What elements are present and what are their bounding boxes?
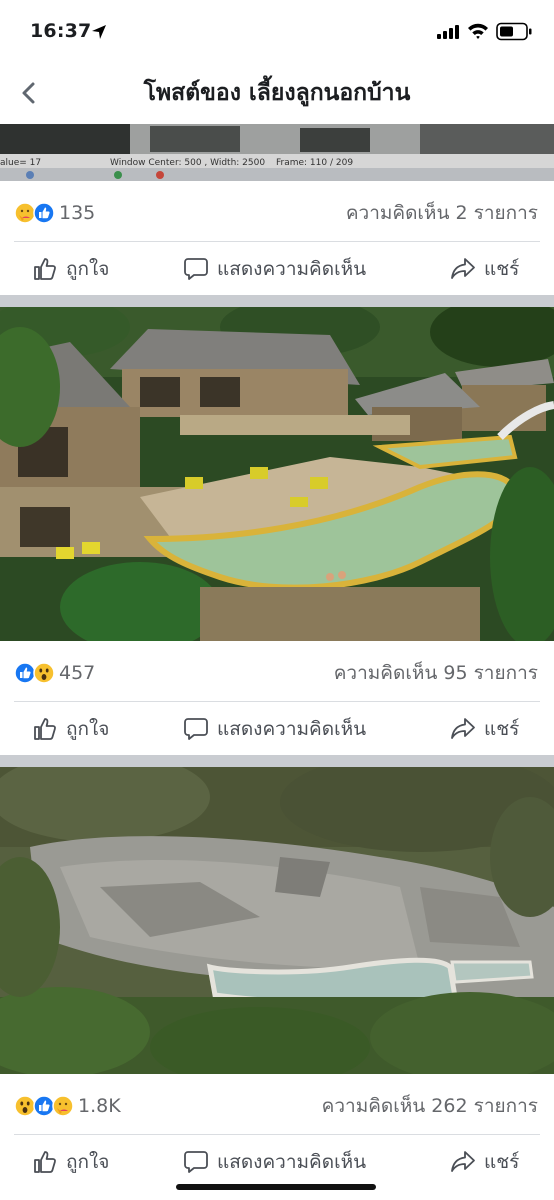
comment-button[interactable]: แสดงความคิดเห็น <box>183 243 366 295</box>
comment-count-link[interactable]: ความคิดเห็น 2 รายการ <box>346 183 538 243</box>
share-label: แชร์ <box>484 718 520 740</box>
like-label: ถูกใจ <box>66 1151 110 1173</box>
comment-button[interactable]: แสดงความคิดเห็น <box>183 1136 366 1188</box>
share-button[interactable]: แชร์ <box>450 1136 519 1188</box>
wifi-icon <box>468 23 488 39</box>
reaction-summary[interactable]: 457 <box>14 643 95 703</box>
comment-bubble-icon <box>184 718 208 740</box>
wow-reaction-icon <box>33 662 55 684</box>
scan-window-text: Window Center: 500 , Width: 2500 <box>110 158 265 168</box>
share-label: แชร์ <box>484 258 520 280</box>
like-reaction-icon <box>33 202 55 224</box>
cellular-signal-icon <box>437 25 459 39</box>
scan-value-text: alue= 17 <box>0 158 41 168</box>
post-separator <box>0 295 554 307</box>
status-time: 16:37 <box>30 20 92 42</box>
location-arrow-icon <box>92 25 106 39</box>
comment-label: แสดงความคิดเห็น <box>217 258 367 280</box>
divider <box>14 241 540 242</box>
like-label: ถูกใจ <box>66 718 110 740</box>
reaction-count: 457 <box>59 662 96 684</box>
post-2-stats: 457 ความคิดเห็น 95 รายการ <box>0 643 554 703</box>
thumbs-up-icon <box>34 258 56 280</box>
post-1-stats: 135 ความคิดเห็น 2 รายการ <box>0 183 554 243</box>
comment-label: แสดงความคิดเห็น <box>217 1151 367 1173</box>
share-button[interactable]: แชร์ <box>450 703 519 755</box>
battery-icon <box>496 22 532 41</box>
post-3-image[interactable] <box>0 767 554 1074</box>
share-label: แชร์ <box>484 1151 520 1173</box>
reaction-summary[interactable]: 1.8K <box>14 1076 121 1136</box>
post-2-actions: ถูกใจ แสดงความคิดเห็น แชร์ <box>0 703 554 755</box>
share-arrow-icon <box>451 718 475 739</box>
post-3-actions: ถูกใจ แสดงความคิดเห็น แชร์ <box>0 1136 554 1188</box>
comment-label: แสดงความคิดเห็น <box>217 718 367 740</box>
thumbs-up-icon <box>34 1151 56 1173</box>
divider <box>14 701 540 702</box>
like-button[interactable]: ถูกใจ <box>32 1136 109 1188</box>
post-separator <box>0 755 554 767</box>
reaction-count: 1.8K <box>78 1095 121 1117</box>
share-arrow-icon <box>451 1151 475 1172</box>
like-label: ถูกใจ <box>66 258 110 280</box>
share-button[interactable]: แชร์ <box>450 243 519 295</box>
post-1-image[interactable]: alue= 17 Window Center: 500 , Width: 250… <box>0 124 554 181</box>
post-2-image[interactable] <box>0 307 554 641</box>
scan-frame-text: Frame: 110 / 209 <box>276 158 353 168</box>
comment-bubble-icon <box>184 1151 208 1173</box>
home-indicator[interactable] <box>176 1184 376 1190</box>
comment-bubble-icon <box>184 258 208 280</box>
post-3-stats: 1.8K ความคิดเห็น 262 รายการ <box>0 1076 554 1136</box>
share-arrow-icon <box>451 258 475 279</box>
thumbs-up-icon <box>34 718 56 740</box>
like-button[interactable]: ถูกใจ <box>32 243 109 295</box>
comment-button[interactable]: แสดงความคิดเห็น <box>183 703 366 755</box>
reaction-summary[interactable]: 135 <box>14 183 95 243</box>
divider <box>14 1134 540 1135</box>
comment-count-link[interactable]: ความคิดเห็น 95 รายการ <box>334 643 538 703</box>
comment-count-link[interactable]: ความคิดเห็น 262 รายการ <box>322 1076 538 1136</box>
status-bar: 16:37 <box>0 0 554 62</box>
page-title: โพสต์ของ เลี้ยงลูกนอกบ้าน <box>143 80 411 106</box>
post-1-actions: ถูกใจ แสดงความคิดเห็น แชร์ <box>0 243 554 295</box>
care-reaction-icon <box>52 1095 74 1117</box>
back-chevron-icon[interactable] <box>16 80 42 106</box>
reaction-count: 135 <box>59 202 96 224</box>
like-button[interactable]: ถูกใจ <box>32 703 109 755</box>
page-header: โพสต์ของ เลี้ยงลูกนอกบ้าน <box>0 62 554 124</box>
